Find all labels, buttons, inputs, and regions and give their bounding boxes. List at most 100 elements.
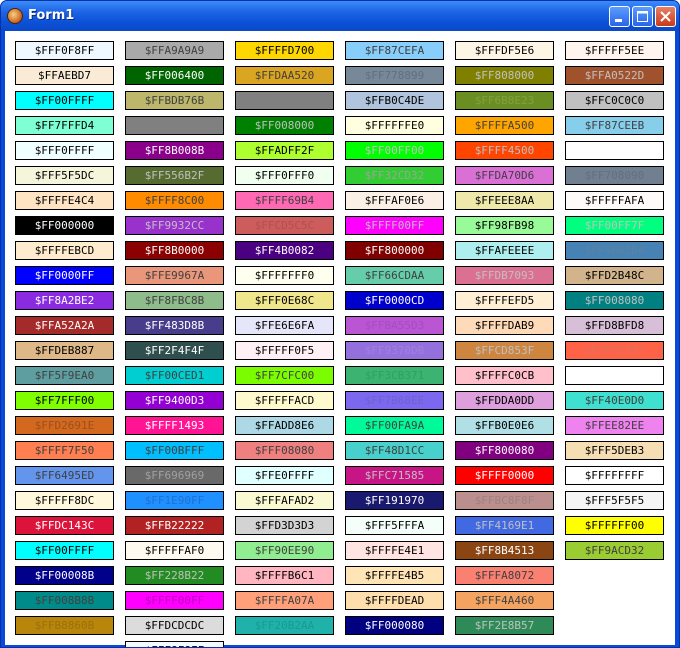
color-swatch: $FF90EE90	[235, 541, 334, 560]
color-swatch: $FFD2B48C	[565, 266, 664, 285]
color-swatch: $FFFFF8DC	[15, 491, 114, 510]
color-swatch: $FF8B4513	[455, 541, 554, 560]
color-swatch: $FFFF00FF	[345, 216, 444, 235]
color-swatch: $FF00008B	[15, 566, 114, 585]
color-swatch: $FFFFE4E1	[345, 541, 444, 560]
client-area: $FFF0F8FF $FFAEBD7 $FF00FFFF $FF7FFFD4 $FFF0…	[5, 31, 675, 647]
close-button[interactable]	[655, 6, 676, 27]
color-swatch: $FFFFFFFF	[565, 466, 664, 485]
color-swatch: $FF228B22	[125, 566, 224, 585]
color-swatch: $FFF08080	[235, 441, 334, 460]
color-swatch: $FFDAA520	[235, 66, 334, 85]
title-bar[interactable]: Form1	[1, 1, 679, 31]
color-swatch: $FFA52A2A	[15, 316, 114, 335]
color-swatch: $FFE6E6FA	[235, 316, 334, 335]
color-swatch: $FF000080	[345, 616, 444, 635]
color-swatch: $FF4169E1	[455, 516, 554, 535]
form1-window: Form1 $FFF0F8FF $FFAEBD7 $FF00FFFF $FF7FFFD…	[0, 0, 680, 648]
color-swatch: $FFF0FFFF	[15, 141, 114, 160]
color-swatch: $FFFF69B4	[235, 191, 334, 210]
color-swatch: $FFF0FFF0	[235, 166, 334, 185]
color-swatch: $FFFFF5EE	[565, 41, 664, 60]
color-swatch: $FFFFDAB9	[455, 316, 554, 335]
color-swatch: $FF778899	[345, 66, 444, 85]
color-swatch: $FFFA8072	[455, 566, 554, 585]
color-swatch	[565, 366, 664, 385]
color-swatch: $FFDA70D6	[455, 166, 554, 185]
color-swatch: $FFF8F8FF	[125, 641, 224, 647]
color-swatch: $FF4682B4	[565, 241, 664, 260]
color-swatch: $FF808000	[455, 66, 554, 85]
color-swatch: $FFFF4500	[455, 141, 554, 160]
color-swatch: $FFFFE4B5	[345, 566, 444, 585]
color-swatch: $FF556B2F	[125, 166, 224, 185]
color-swatch: $FFF5DEB3	[565, 441, 664, 460]
color-swatch: $FFFF8C00	[125, 191, 224, 210]
color-swatch: $FF00BFFF	[125, 441, 224, 460]
minimize-button[interactable]	[609, 6, 630, 27]
color-swatch: $FF4B0082	[235, 241, 334, 260]
color-swatch: $FFD3D3D3	[235, 516, 334, 535]
color-swatch: $FFDC143C	[15, 516, 114, 535]
color-swatch: $FFFFFFE0	[345, 116, 444, 135]
color-swatch: $FFFFB6C1	[235, 566, 334, 585]
app-icon[interactable]	[7, 8, 23, 24]
color-swatch: $FFFFFFF0	[235, 266, 334, 285]
color-swatch: $FFFF6347	[565, 341, 664, 360]
color-swatch: $FFADD8E6	[235, 416, 334, 435]
color-swatch: $FF800000	[345, 241, 444, 260]
color-swatch: $FFFFFF00	[565, 516, 664, 535]
color-swatch: $FF8A2BE2	[15, 291, 114, 310]
color-swatch: $FFFFF0F5	[235, 341, 334, 360]
color-swatch: $FF66CDAA	[345, 266, 444, 285]
color-swatch: $FF00FF00	[345, 141, 444, 160]
color-swatch: $FF9400D3	[125, 391, 224, 410]
color-swatch: $FF800080	[455, 441, 554, 460]
color-swatch: $FF191970	[345, 491, 444, 510]
close-icon	[660, 11, 671, 22]
color-swatch: $FFBA55D3	[345, 316, 444, 335]
minimize-icon	[615, 19, 622, 22]
color-swatch: $FF00CED1	[125, 366, 224, 385]
color-swatch: $FF9ACD32	[565, 541, 664, 560]
color-swatch: $FF1E90FF	[125, 491, 224, 510]
color-swatch	[235, 91, 334, 110]
color-swatch: $FFFFFAFA	[565, 191, 664, 210]
color-swatch: $FF0000FF	[15, 266, 114, 285]
color-swatch: $FF2E8B57	[455, 616, 554, 635]
color-swatch: $FFF5FFFA	[345, 516, 444, 535]
color-swatch: $FFFFFAF0	[125, 541, 224, 560]
color-swatch: $FF00FA9A	[345, 416, 444, 435]
color-swatch: $FFA0522D	[565, 66, 664, 85]
color-swatch: $FFBC8F8F	[455, 491, 554, 510]
color-swatch: $FF87CEEB	[565, 116, 664, 135]
maximize-icon	[637, 11, 648, 22]
color-swatch: $FF708090	[565, 166, 664, 185]
color-swatch	[125, 116, 224, 135]
color-swatch: $FF0000CD	[345, 291, 444, 310]
color-swatch: $FFC71585	[345, 466, 444, 485]
color-swatch: $FF696969	[125, 466, 224, 485]
color-swatch: $FF20B2AA	[235, 616, 334, 635]
color-swatch: $FFFFD700	[235, 41, 334, 60]
color-swatch: $FFCD5C5C	[235, 216, 334, 235]
color-swatch: $FFADFF2F	[235, 141, 334, 160]
maximize-button[interactable]	[632, 6, 653, 27]
color-swatch: $FFF5F5DC	[15, 166, 114, 185]
color-swatch: $FF87CEFA	[345, 41, 444, 60]
color-swatch: $FF6B8E23	[455, 91, 554, 110]
color-swatch: $FFDDA0DD	[455, 391, 554, 410]
color-swatch: $FFE9967A	[125, 266, 224, 285]
color-swatch: $FFDEB887	[15, 341, 114, 360]
color-swatch: $FF00FFFF	[15, 541, 114, 560]
color-swatch: $FF8B0000	[125, 241, 224, 260]
color-swatch: $FFAEBD7	[15, 66, 114, 85]
color-swatch: $FFF0F8FF	[15, 41, 114, 60]
color-swatch: $FF006400	[125, 66, 224, 85]
color-swatch: $FFFFDEAD	[345, 591, 444, 610]
color-swatch: $FF9932CC	[125, 216, 224, 235]
color-swatch: $FFB0E0E6	[455, 416, 554, 435]
color-swatch: $FFF5F5F5	[565, 491, 664, 510]
color-swatch: $FFD2691E	[15, 416, 114, 435]
color-swatch: $FFFAF0E6	[345, 191, 444, 210]
